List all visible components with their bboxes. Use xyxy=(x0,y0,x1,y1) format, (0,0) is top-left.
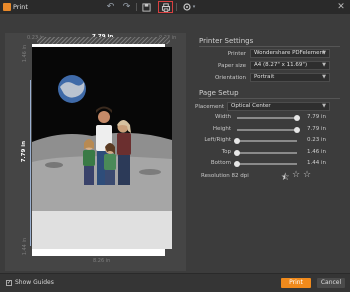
section-divider xyxy=(199,46,340,47)
slider-knob[interactable] xyxy=(234,161,240,167)
slider-label: Left/Right xyxy=(204,137,231,143)
bottom-width-label: 8.26 in xyxy=(93,258,111,264)
slider-label: Width xyxy=(215,114,231,120)
orientation-select[interactable]: Portrait ▼ xyxy=(250,73,330,82)
slider-label: Top xyxy=(221,148,231,155)
printer-select[interactable]: Wondershare PDFelement ▼ xyxy=(250,49,330,58)
toolbar-divider xyxy=(176,3,177,11)
chevron-down-icon[interactable]: ▾ xyxy=(190,1,198,13)
save-icon[interactable] xyxy=(139,1,154,13)
print-button[interactable]: Print xyxy=(281,278,311,288)
print-dialog: Print ↶ ↷ ▾ ✕ 0.23 in 7.79 in 0.23 in 1.… xyxy=(0,0,350,292)
page-setup-title: Page Setup xyxy=(199,89,239,97)
top-margin-hatch xyxy=(37,37,170,44)
printer-label: Printer xyxy=(227,51,246,57)
preview-image xyxy=(32,47,172,211)
slider-value: 1.46 in xyxy=(307,148,327,155)
star-icon: ⯪ xyxy=(281,173,290,183)
print-icon[interactable] xyxy=(158,1,173,13)
title-bar: Print ↶ ↷ ▾ ✕ xyxy=(0,0,350,14)
slider-track[interactable] xyxy=(237,128,297,131)
placement-label: Placement xyxy=(195,104,225,110)
slider-value: 7.79 in xyxy=(307,114,327,120)
redo-icon[interactable]: ↷ xyxy=(119,1,134,13)
slider-label: Bottom xyxy=(210,160,231,166)
window-title: Print xyxy=(13,3,28,11)
orientation-label: Orientation xyxy=(214,75,246,81)
chevron-down-icon: ▼ xyxy=(322,103,326,109)
dialog-footer: ✓ Show Guides Print Cancel xyxy=(0,273,350,292)
section-divider xyxy=(199,98,340,99)
print-preview: 0.23 in 7.79 in 0.23 in 1.46 in 7.79 in … xyxy=(5,33,186,271)
paper-size-label: Paper size xyxy=(218,63,246,69)
undo-icon[interactable]: ↶ xyxy=(103,1,118,13)
chevron-down-icon: ▼ xyxy=(322,50,326,56)
slider-label: Height xyxy=(212,125,231,132)
slider-knob[interactable] xyxy=(294,126,300,133)
cancel-button[interactable]: Cancel xyxy=(317,278,345,288)
left-margin-bottom-label: 1.44 in xyxy=(22,238,28,256)
placement-select-value: Optical Center xyxy=(231,103,271,109)
resolution-label: Resolution 82 dpi xyxy=(201,173,249,179)
slider-value: 1.44 in xyxy=(307,160,327,166)
paper-size-select[interactable]: A4 (8.27" x 11.69") ▼ xyxy=(250,61,330,70)
bottom-margin-area xyxy=(32,211,172,249)
toolbar-divider xyxy=(136,3,137,11)
slider-track[interactable] xyxy=(237,140,297,142)
placement-select[interactable]: Optical Center ▼ xyxy=(227,102,330,111)
printer-settings-title: Printer Settings xyxy=(199,37,254,45)
close-icon[interactable]: ✕ xyxy=(335,1,347,13)
star-icon: ☆ xyxy=(292,170,301,180)
chevron-down-icon: ▼ xyxy=(322,74,326,80)
paper-size-select-value: A4 (8.27" x 11.69") xyxy=(254,62,308,68)
app-icon xyxy=(3,3,11,11)
slider-knob[interactable] xyxy=(294,115,300,121)
left-height-label: 7.79 in xyxy=(21,141,27,163)
height-guide xyxy=(30,80,31,246)
star-icon: ☆ xyxy=(303,170,312,180)
slider-value: 7.79 in xyxy=(307,125,327,132)
show-guides-checkbox[interactable]: ✓ xyxy=(6,280,12,286)
slider-value: 0.23 in xyxy=(307,137,327,143)
slider-track[interactable] xyxy=(237,117,297,119)
slider-knob[interactable] xyxy=(234,149,240,156)
show-guides-label: Show Guides xyxy=(15,279,54,286)
orientation-select-value: Portrait xyxy=(254,74,275,80)
printer-select-value: Wondershare PDFelement xyxy=(254,50,326,56)
chevron-down-icon: ▼ xyxy=(322,62,326,68)
left-margin-top-label: 1.46 in xyxy=(22,45,28,63)
slider-knob[interactable] xyxy=(234,138,240,144)
slider-track[interactable] xyxy=(237,151,297,154)
slider-track[interactable] xyxy=(237,163,297,165)
